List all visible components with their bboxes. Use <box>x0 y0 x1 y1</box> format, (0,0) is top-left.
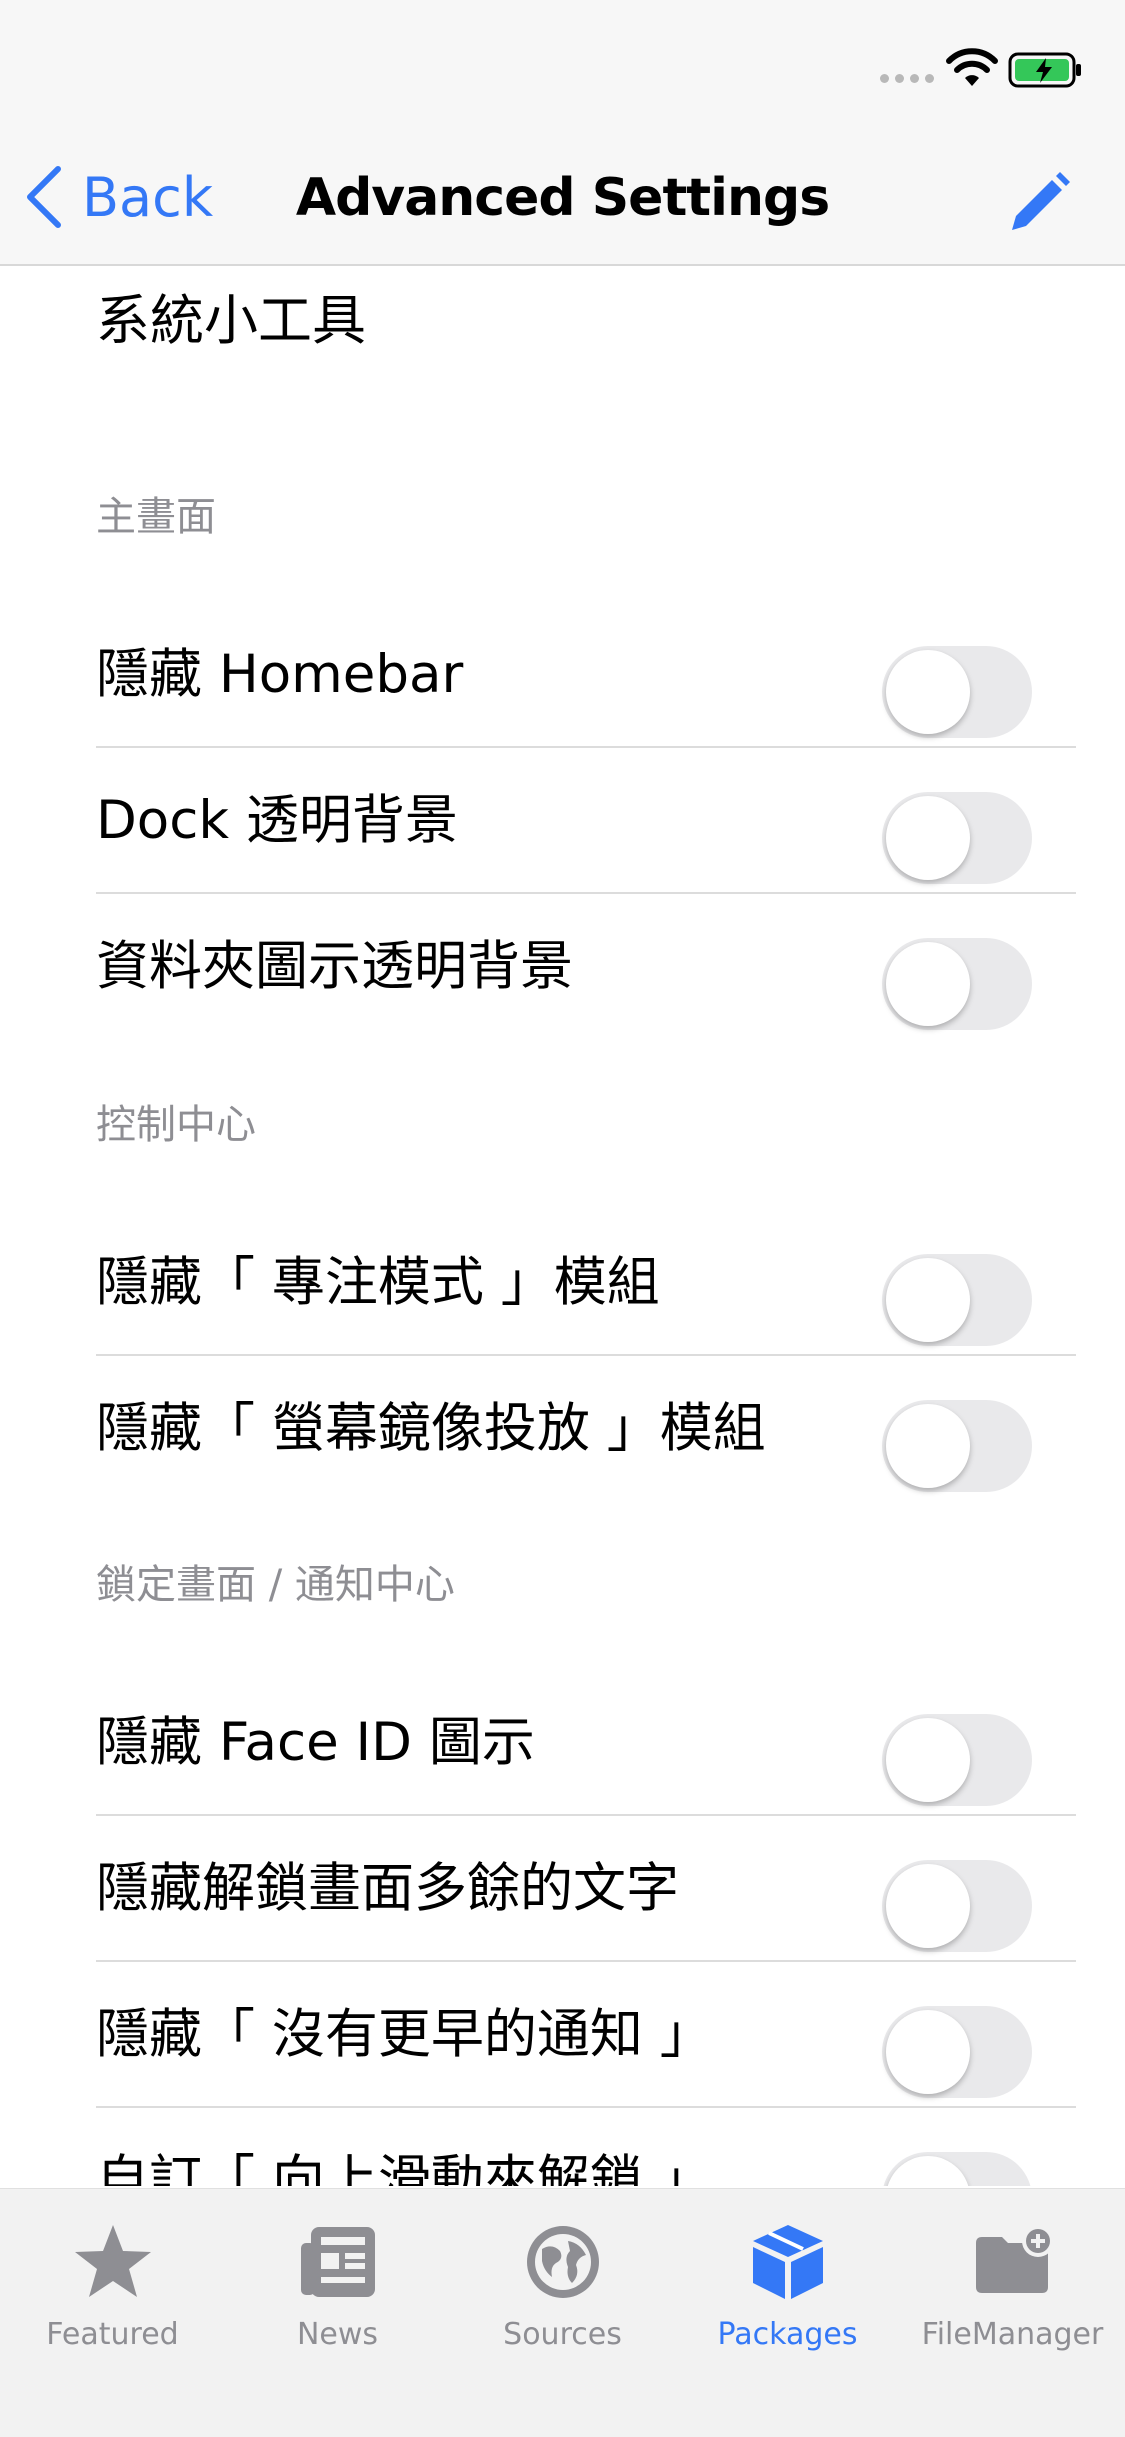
tab-label: FileManager <box>921 2317 1104 2352</box>
setting-label: 資料夾圖示透明背景 <box>96 936 573 997</box>
package-box-icon <box>753 2225 823 2299</box>
status-bar <box>0 0 1125 132</box>
toggle-switch[interactable] <box>882 2006 1032 2098</box>
setting-row: Dock 透明背景 <box>96 748 1076 894</box>
tab-label: Packages <box>717 2317 858 2352</box>
navigation-bar: Back Advanced Settings <box>0 132 1125 266</box>
toggle-switch[interactable] <box>882 1714 1032 1806</box>
toggle-switch[interactable] <box>882 1254 1032 1346</box>
toggle-switch[interactable] <box>882 2152 1032 2186</box>
setting-row: 資料夾圖示透明背景 <box>96 894 1076 1040</box>
setting-row: 隱藏「 沒有更早的通知 」 <box>96 1962 1076 2108</box>
section-header-home-screen: 主畫面 <box>96 494 216 540</box>
setting-label: 自訂「 向上滑動來解鎖 」 <box>96 2150 713 2186</box>
setting-label: 隱藏解鎖畫面多餘的文字 <box>96 1858 679 1919</box>
page-title: Advanced Settings <box>295 168 830 228</box>
section-header-control-center: 控制中心 <box>96 1102 256 1148</box>
setting-row: 隱藏 Homebar <box>96 602 1076 748</box>
setting-label: Dock 透明背景 <box>96 790 458 851</box>
toggle-switch[interactable] <box>882 792 1032 884</box>
toggle-switch[interactable] <box>882 646 1032 738</box>
setting-row: 自訂「 向上滑動來解鎖 」 <box>96 2108 1076 2186</box>
globe-icon <box>527 2226 599 2298</box>
setting-row: 隱藏解鎖畫面多餘的文字 <box>96 1816 1076 1962</box>
star-icon <box>75 2225 151 2297</box>
wifi-icon <box>946 48 998 86</box>
setting-row: 隱藏「 專注模式 」模組 <box>96 1210 1076 1356</box>
section-header-lock-screen: 鎖定畫面 / 通知中心 <box>96 1562 455 1608</box>
signal-dots-icon <box>880 74 934 83</box>
folder-plus-icon <box>976 2225 1054 2293</box>
tab-label: Featured <box>46 2317 179 2352</box>
tab-label: News <box>296 2317 379 2352</box>
tab-featured[interactable]: Featured <box>0 2205 225 2365</box>
setting-label: 隱藏 Homebar <box>96 644 464 705</box>
tab-filemanager[interactable]: FileManager <box>900 2205 1125 2365</box>
toggle-switch[interactable] <box>882 1860 1032 1952</box>
pencil-icon[interactable] <box>1004 168 1074 238</box>
newspaper-icon <box>301 2227 375 2297</box>
toggle-switch[interactable] <box>882 1400 1032 1492</box>
list-item-system-widgets[interactable]: 系統小工具 <box>96 276 366 355</box>
setting-row: 隱藏 Face ID 圖示 <box>96 1670 1076 1816</box>
toggle-switch[interactable] <box>882 938 1032 1030</box>
battery-charging-icon <box>1008 52 1081 88</box>
tab-news[interactable]: News <box>225 2205 450 2365</box>
tab-sources[interactable]: Sources <box>450 2205 675 2365</box>
setting-label: 隱藏「 沒有更早的通知 」 <box>96 2004 713 2065</box>
tab-bar: Featured News Sources Packages FileManag… <box>0 2188 1125 2437</box>
setting-label: 隱藏「 專注模式 」模組 <box>96 1252 660 1313</box>
setting-label: 隱藏「 螢幕鏡像投放 」模組 <box>96 1398 766 1459</box>
tab-packages[interactable]: Packages <box>675 2205 900 2365</box>
setting-row: 隱藏「 螢幕鏡像投放 」模組 <box>96 1356 1076 1502</box>
tab-label: Sources <box>503 2317 622 2352</box>
settings-list: 系統小工具 主畫面 隱藏 Homebar Dock 透明背景 資料夾圖示透明背景… <box>0 266 1125 2186</box>
setting-label: 隱藏 Face ID 圖示 <box>96 1712 535 1773</box>
